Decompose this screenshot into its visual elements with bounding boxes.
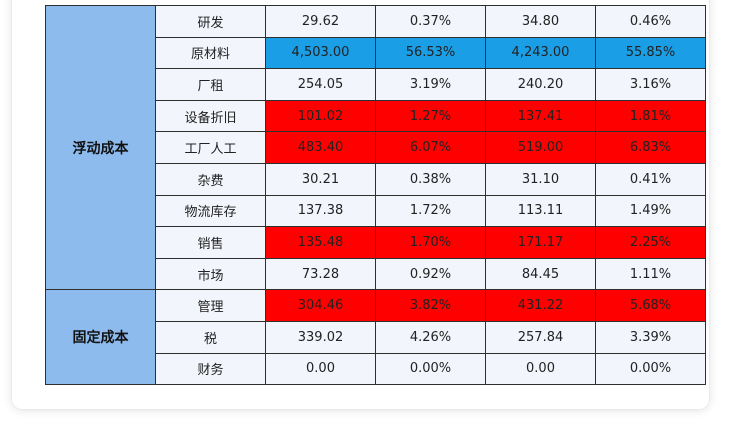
percent-cell: 1.49% (595, 194, 706, 228)
percent-cell: 6.07% (375, 131, 486, 164)
amount-cell: 135.48 (265, 226, 376, 259)
amount-cell: 339.02 (265, 320, 376, 354)
item-name-cell: 市场 (155, 257, 266, 291)
percent-cell: 56.53% (375, 36, 486, 70)
cost-table-body: 浮动成本 研发 29.62 0.37% 34.80 0.46% 原材料 4,503.00 56.… (45, 4, 706, 386)
percent-cell: 1.72% (375, 194, 486, 228)
percent-cell: 6.83% (595, 131, 706, 164)
percent-cell: 1.11% (595, 257, 706, 291)
table-row: 浮动成本 研发 29.62 0.37% 34.80 0.46% (45, 4, 706, 291)
percent-cell: 3.16% (595, 68, 706, 101)
percent-cell: 0.37% (375, 5, 486, 38)
percent-cell: 3.39% (595, 320, 706, 354)
percent-cell: 0.00% (375, 352, 486, 386)
item-name-cell: 工厂人工 (155, 131, 266, 164)
amount-cell: 4,503.00 (265, 36, 376, 70)
amount-cell: 101.02 (265, 99, 376, 133)
item-name-cell: 物流库存 (155, 194, 266, 228)
amount-cell: 519.00 (485, 131, 596, 164)
percent-cell: 1.27% (375, 99, 486, 133)
amount-cell: 137.41 (485, 99, 596, 133)
amount-cell: 4,243.00 (485, 36, 596, 70)
percent-cell: 1.70% (375, 226, 486, 259)
item-name-cell: 管理 (155, 289, 266, 322)
amount-cell: 0.00 (265, 352, 376, 386)
amount-cell: 254.05 (265, 68, 376, 101)
amount-cell: 483.40 (265, 131, 376, 164)
amount-cell: 34.80 (485, 5, 596, 38)
percent-cell: 0.38% (375, 162, 486, 196)
percent-cell: 0.41% (595, 162, 706, 196)
percent-cell: 3.82% (375, 289, 486, 322)
amount-cell: 31.10 (485, 162, 596, 196)
table-row: 固定成本 管理 304.46 3.82% 431.22 5.68% (45, 289, 706, 386)
percent-cell: 5.68% (595, 289, 706, 322)
amount-cell: 240.20 (485, 68, 596, 101)
item-name-cell: 销售 (155, 226, 266, 259)
percent-cell: 2.25% (595, 226, 706, 259)
percent-cell: 0.00% (595, 352, 706, 386)
amount-cell: 257.84 (485, 320, 596, 354)
amount-cell: 113.11 (485, 194, 596, 228)
amount-cell: 73.28 (265, 257, 376, 291)
table-card: 浮动成本 研发 29.62 0.37% 34.80 0.46% 原材料 4,503.00 56.… (12, 0, 709, 409)
amount-cell: 30.21 (265, 162, 376, 196)
percent-cell: 1.81% (595, 99, 706, 133)
item-name-cell: 财务 (155, 352, 266, 386)
item-name-cell: 设备折旧 (155, 99, 266, 133)
item-name-cell: 研发 (155, 5, 266, 38)
amount-cell: 137.38 (265, 194, 376, 228)
amount-cell: 29.62 (265, 5, 376, 38)
percent-cell: 55.85% (595, 36, 706, 70)
amount-cell: 304.46 (265, 289, 376, 322)
percent-cell: 4.26% (375, 320, 486, 354)
amount-cell: 431.22 (485, 289, 596, 322)
percent-cell: 0.46% (595, 5, 706, 38)
group-label-cell: 浮动成本 (45, 4, 156, 291)
item-name-cell: 税 (155, 320, 266, 354)
item-name-cell: 原材料 (155, 36, 266, 70)
percent-cell: 3.19% (375, 68, 486, 101)
amount-cell: 0.00 (485, 352, 596, 386)
amount-cell: 84.45 (485, 257, 596, 291)
percent-cell: 0.92% (375, 257, 486, 291)
item-name-cell: 厂租 (155, 68, 266, 101)
amount-cell: 171.17 (485, 226, 596, 259)
cost-table: 浮动成本 研发 29.62 0.37% 34.80 0.46% 原材料 4,503.00 56.… (45, 4, 706, 386)
group-label-cell: 固定成本 (45, 289, 156, 386)
item-name-cell: 杂费 (155, 162, 266, 196)
